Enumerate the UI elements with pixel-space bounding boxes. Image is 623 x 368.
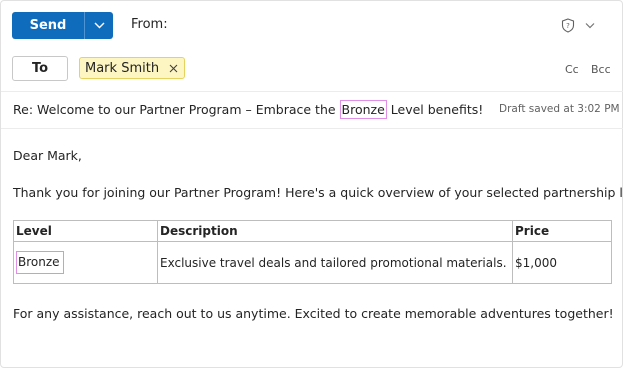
send-button[interactable]: Send xyxy=(12,12,84,39)
table-header-level: Level xyxy=(13,220,158,242)
chevron-down-icon[interactable] xyxy=(585,22,595,29)
to-button[interactable]: To xyxy=(12,56,68,81)
greeting-text: Dear Mark, xyxy=(13,148,82,163)
draft-status: Draft saved at 3:02 PM xyxy=(499,103,620,115)
divider xyxy=(1,91,623,92)
table-cell-level: Bronze xyxy=(13,241,158,284)
close-icon[interactable] xyxy=(169,64,178,73)
subject-field[interactable]: Re: Welcome to our Partner Program – Emb… xyxy=(13,100,484,119)
bcc-button[interactable]: Bcc xyxy=(591,63,611,76)
table-cell-price: $1,000 xyxy=(512,241,612,284)
from-label: From: xyxy=(131,17,168,32)
send-button-group: Send xyxy=(12,12,113,39)
cc-button[interactable]: Cc xyxy=(565,63,579,76)
subject-highlight: Bronze xyxy=(339,100,387,119)
recipient-chip[interactable]: Mark Smith xyxy=(79,57,186,79)
closing-text: For any assistance, reach out to us anyt… xyxy=(13,306,614,321)
subject-text: Re: Welcome to our Partner Program – Emb… xyxy=(13,102,340,117)
subject-text-end: Level benefits! xyxy=(386,102,484,117)
shield-question-icon[interactable]: ? xyxy=(561,18,575,33)
divider xyxy=(1,128,623,129)
table-header-price: Price xyxy=(512,220,612,242)
table-header-row: Level Description Price xyxy=(13,220,612,242)
table-cell-description: Exclusive travel deals and tailored prom… xyxy=(157,241,513,284)
levels-table: Level Description Price Bronze Exclusive… xyxy=(13,220,612,284)
recipient-chip-name: Mark Smith xyxy=(85,60,160,76)
send-options-button[interactable] xyxy=(85,12,113,39)
compose-window: Send From: ? To Mark Smith Cc Bcc Re: We… xyxy=(0,0,623,368)
table-header-description: Description xyxy=(157,220,513,242)
chevron-down-icon xyxy=(94,22,104,29)
svg-text:?: ? xyxy=(566,22,570,30)
intro-text: Thank you for joining our Partner Progra… xyxy=(13,185,623,200)
level-highlight: Bronze xyxy=(16,251,64,274)
table-row: Bronze Exclusive travel deals and tailor… xyxy=(13,241,612,284)
